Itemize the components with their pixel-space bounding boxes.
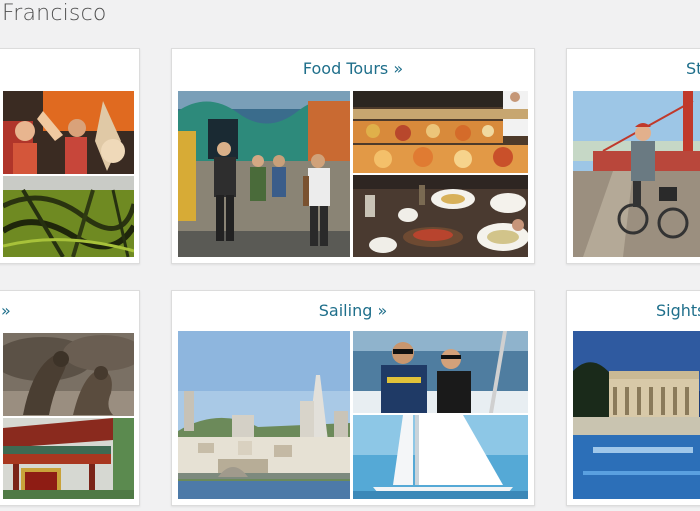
category-card-top-left[interactable] [0, 48, 140, 264]
page-title: Francisco [2, 1, 107, 26]
photo-sailing-couple[interactable] [353, 331, 528, 413]
photo-chinatown-gate[interactable] [3, 418, 134, 499]
food-tours-link[interactable]: Food Tours » [172, 59, 534, 78]
photo-market-stall[interactable] [353, 91, 528, 173]
card-top-right-link[interactable]: St [686, 59, 700, 78]
sailing-link[interactable]: Sailing » [172, 301, 534, 320]
photo-palace-of-fine-arts[interactable] [573, 331, 700, 499]
category-card-sights[interactable]: Sights [566, 290, 700, 506]
category-card-top-right[interactable]: St [566, 48, 700, 264]
photo-restaurant-table[interactable] [353, 175, 528, 257]
photo-sailboat[interactable] [353, 415, 528, 499]
category-card-food-tours[interactable]: Food Tours » [171, 48, 535, 264]
photo-crowd-hands[interactable] [3, 91, 134, 174]
photo-city-skyline[interactable] [178, 331, 350, 499]
category-card-sailing[interactable]: Sailing » [171, 290, 535, 506]
photo-sea-lions[interactable] [3, 333, 134, 416]
photo-green-fabric[interactable] [3, 176, 134, 257]
card-bottom-left-link[interactable]: » [1, 301, 139, 320]
photo-golden-gate-bike[interactable] [573, 91, 700, 257]
sights-link[interactable]: Sights [656, 301, 700, 320]
category-card-bottom-left[interactable]: » [0, 290, 140, 506]
photo-food-tour-group[interactable] [178, 91, 350, 257]
